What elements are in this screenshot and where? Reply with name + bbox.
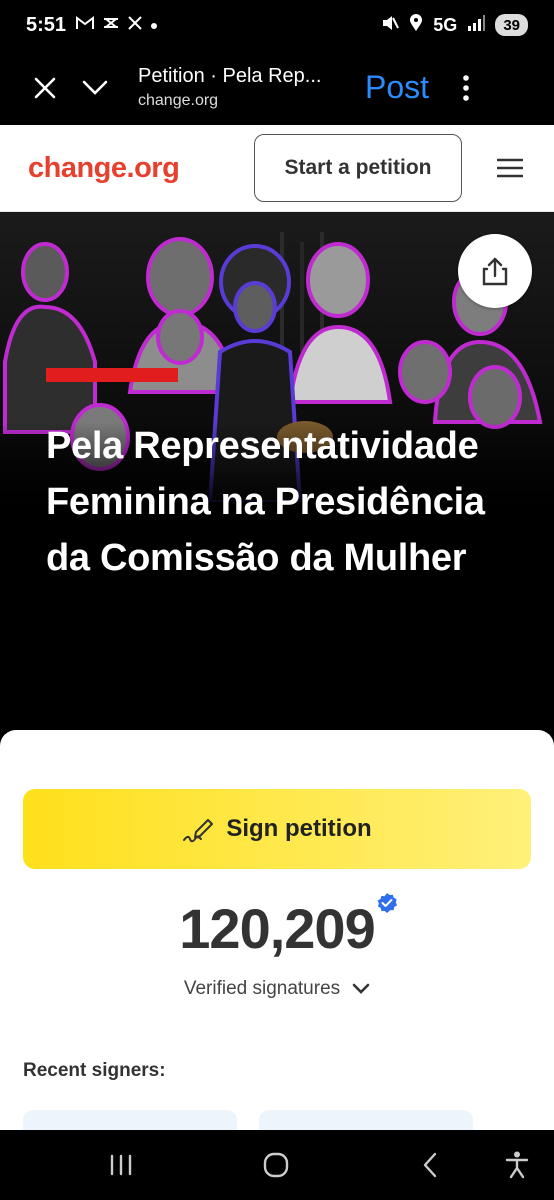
kebab-icon bbox=[463, 74, 469, 101]
recent-signers-label: Recent signers: bbox=[23, 1060, 166, 1081]
recent-apps-button[interactable] bbox=[98, 1142, 144, 1188]
signature-count: 120,209 bbox=[179, 897, 375, 960]
verified-signatures-label: Verified signatures bbox=[183, 978, 341, 999]
accessibility-button[interactable] bbox=[494, 1142, 540, 1188]
verified-icon bbox=[377, 893, 397, 913]
share-icon bbox=[482, 257, 508, 286]
url-block[interactable]: Petition · Pela Rep... change.org bbox=[138, 65, 343, 110]
home-icon bbox=[263, 1152, 289, 1178]
signature-pen-icon bbox=[183, 819, 214, 843]
close-icon bbox=[34, 77, 56, 98]
petition-card: Sign petition 120,209 Verified signature… bbox=[0, 730, 554, 1140]
hamburger-icon bbox=[497, 158, 523, 178]
site-header: change.org Start a petition bbox=[0, 125, 554, 212]
signal-icon bbox=[467, 14, 486, 36]
minimize-button[interactable] bbox=[70, 63, 120, 113]
gmail-icon bbox=[76, 15, 95, 35]
verified-signatures-toggle[interactable]: Verified signatures bbox=[0, 978, 554, 1000]
accessibility-icon bbox=[505, 1151, 529, 1179]
title-accent-bar bbox=[46, 368, 178, 382]
location-icon bbox=[409, 13, 423, 37]
menu-button[interactable] bbox=[488, 146, 532, 190]
recent-apps-icon bbox=[110, 1154, 132, 1176]
android-nav-bar bbox=[0, 1130, 554, 1200]
mute-icon bbox=[381, 14, 400, 37]
page-title: Petition · Pela Rep... bbox=[138, 65, 322, 87]
hero: Pela Representatividade Feminina na Pres… bbox=[0, 212, 554, 732]
chevron-down-icon bbox=[352, 983, 370, 994]
sign-petition-label: Sign petition bbox=[226, 815, 372, 842]
post-button[interactable]: Post bbox=[365, 69, 429, 106]
share-button[interactable] bbox=[458, 234, 532, 308]
status-left: 5:51 bbox=[26, 14, 158, 37]
tidal-icon bbox=[102, 15, 120, 35]
status-right: 5G 39 bbox=[381, 13, 528, 37]
start-petition-button[interactable]: Start a petition bbox=[254, 134, 462, 202]
back-icon bbox=[423, 1152, 437, 1178]
status-bar: 5:51 5G 39 bbox=[0, 0, 554, 50]
sign-petition-button[interactable]: Sign petition bbox=[23, 789, 531, 869]
status-time: 5:51 bbox=[26, 13, 67, 36]
x-icon bbox=[128, 15, 142, 35]
browser-toolbar: Petition · Pela Rep... change.org Post bbox=[0, 50, 554, 125]
logo[interactable]: change.org bbox=[28, 152, 180, 185]
notification-icons bbox=[76, 15, 158, 35]
chevron-down-icon bbox=[82, 80, 108, 95]
close-tab-button[interactable] bbox=[20, 63, 70, 113]
more-options-button[interactable] bbox=[441, 63, 491, 113]
back-button[interactable] bbox=[407, 1142, 453, 1188]
petition-title: Pela Representatividade Feminina na Pres… bbox=[46, 425, 485, 579]
dot-icon bbox=[150, 15, 158, 35]
network-label: 5G bbox=[433, 14, 458, 35]
battery-badge: 39 bbox=[495, 14, 528, 36]
page-domain: change.org bbox=[138, 92, 219, 109]
home-button[interactable] bbox=[253, 1142, 299, 1188]
